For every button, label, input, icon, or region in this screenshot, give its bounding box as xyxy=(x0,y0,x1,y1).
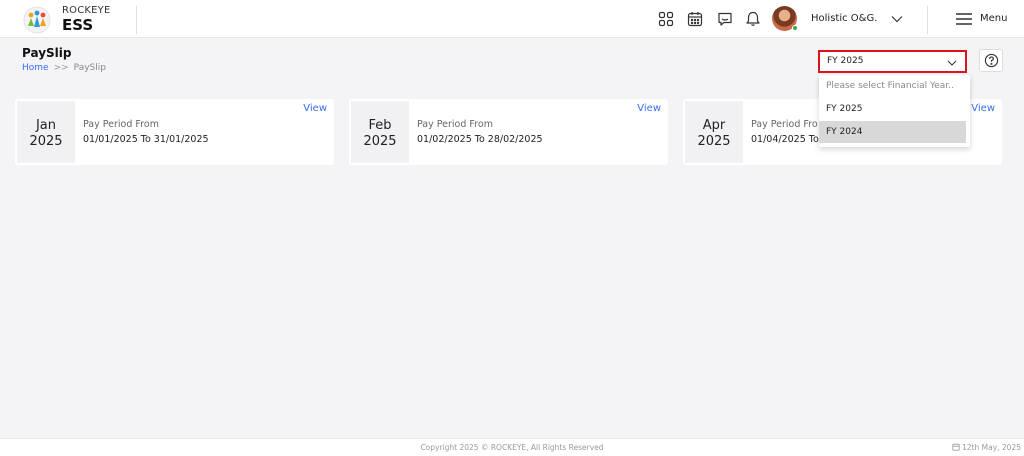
financial-year-select[interactable]: FY 2025 xyxy=(818,50,967,73)
pay-period-label: Pay Period Fro xyxy=(751,119,818,130)
month-box: Jan 2025 xyxy=(17,101,75,163)
bell-icon[interactable] xyxy=(744,10,762,28)
financial-year-dropdown: Please select Financial Year.. FY 2025 F… xyxy=(819,75,970,147)
page-footer: Copyright 2025 © ROCKEYE, All Rights Res… xyxy=(0,438,1024,456)
view-payslip-link[interactable]: View xyxy=(637,103,661,114)
chat-icon[interactable] xyxy=(716,10,734,28)
header-divider xyxy=(927,6,928,34)
payslip-card-jan: Jan 2025 Pay Period From 01/01/2025 To 3… xyxy=(15,99,334,165)
dropdown-option-fy-2025[interactable]: FY 2025 xyxy=(819,98,970,120)
view-payslip-link[interactable]: View xyxy=(303,103,327,114)
breadcrumb-separator: >> xyxy=(53,63,69,73)
pay-period-range: 01/02/2025 To 28/02/2025 xyxy=(417,134,543,145)
dropdown-option-placeholder[interactable]: Please select Financial Year.. xyxy=(819,75,970,97)
hamburger-menu-icon[interactable] xyxy=(955,12,973,26)
view-payslip-link[interactable]: View xyxy=(971,103,995,114)
page-title: PaySlip xyxy=(22,46,72,60)
breadcrumb-current: PaySlip xyxy=(73,63,106,73)
pay-period-range: 01/01/2025 To 31/01/2025 xyxy=(83,134,209,145)
brand-name-main: ESS xyxy=(62,16,94,34)
card-year: 2025 xyxy=(697,134,731,149)
menu-button-label[interactable]: Menu xyxy=(980,13,1007,24)
brand-name-top: ROCKEYE xyxy=(62,5,111,16)
help-icon xyxy=(984,53,999,68)
footer-date-text: 12th May, 2025 xyxy=(962,443,1021,452)
card-year: 2025 xyxy=(29,134,63,149)
copyright-text: Copyright 2025 © ROCKEYE, All Rights Res… xyxy=(420,443,604,452)
card-year: 2025 xyxy=(363,134,397,149)
breadcrumb: Home >> PaySlip xyxy=(22,63,106,73)
calendar-icon xyxy=(952,443,960,451)
chevron-down-icon[interactable] xyxy=(889,11,905,27)
payslip-card-feb: Feb 2025 Pay Period From 01/02/2025 To 2… xyxy=(349,99,668,165)
online-status-icon xyxy=(792,25,798,31)
financial-year-value: FY 2025 xyxy=(827,56,864,66)
organization-name[interactable]: Holistic O&G. xyxy=(811,13,877,24)
help-button[interactable] xyxy=(979,49,1003,72)
chevron-down-icon xyxy=(947,60,957,66)
header-divider xyxy=(136,6,137,34)
month-box: Apr 2025 xyxy=(685,101,743,163)
dropdown-option-fy-2024[interactable]: FY 2024 xyxy=(819,121,966,143)
card-month: Feb xyxy=(368,118,392,133)
pay-period-label: Pay Period From xyxy=(83,119,159,130)
card-month: Apr xyxy=(702,118,726,133)
footer-date: 12th May, 2025 xyxy=(952,443,1021,452)
pay-period-range: 01/04/2025 To xyxy=(751,134,819,145)
breadcrumb-home-link[interactable]: Home xyxy=(22,63,49,73)
top-header: ROCKEYE ESS Holistic O&G. Menu xyxy=(0,0,1024,38)
rockeye-logo[interactable] xyxy=(22,6,52,34)
card-month: Jan xyxy=(35,118,57,133)
apps-grid-icon[interactable] xyxy=(657,10,675,28)
calendar-icon[interactable] xyxy=(686,10,704,28)
pay-period-label: Pay Period From xyxy=(417,119,493,130)
month-box: Feb 2025 xyxy=(351,101,409,163)
